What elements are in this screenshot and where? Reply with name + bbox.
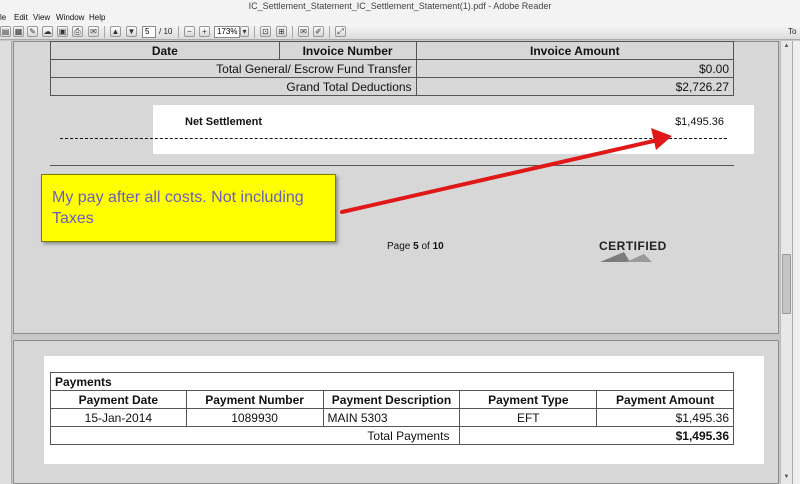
payment-date-cell: 15-Jan-2014 xyxy=(50,408,187,427)
arrow-shaft xyxy=(340,138,660,214)
column-header-payment-number: Payment Number xyxy=(185,390,324,409)
certified-logo-icon xyxy=(600,252,652,262)
total-row: Total Payments $1,495.36 xyxy=(49,426,734,445)
column-header-payment-type: Payment Type xyxy=(459,390,598,409)
payments-table: Payments Payment Date Payment Number Pay… xyxy=(49,372,734,445)
column-header-payment-description: Payment Description xyxy=(322,390,461,409)
total-payments-label: Total Payments xyxy=(49,426,461,445)
column-header-payment-date: Payment Date xyxy=(50,390,187,409)
page-prefix: Page xyxy=(387,241,414,252)
page-total: 10 xyxy=(432,241,444,252)
table-row: 15-Jan-2014 1089930 MAIN 5303 EFT $1,495… xyxy=(50,408,734,427)
payment-description-cell: MAIN 5303 xyxy=(322,408,461,427)
total-payments-amount: $1,495.36 xyxy=(459,426,734,445)
column-header-payment-amount: Payment Amount xyxy=(596,390,734,409)
payments-title: Payments xyxy=(50,372,734,391)
arrow-head xyxy=(651,128,672,150)
payment-amount-cell: $1,495.36 xyxy=(596,408,734,427)
payment-number-cell: 1089930 xyxy=(185,408,324,427)
page-of: of xyxy=(418,241,433,252)
payment-type-cell: EFT xyxy=(459,408,598,427)
page-footer: Page 5 of 10 xyxy=(387,241,444,252)
certified-label: CERTIFIED xyxy=(599,239,667,253)
